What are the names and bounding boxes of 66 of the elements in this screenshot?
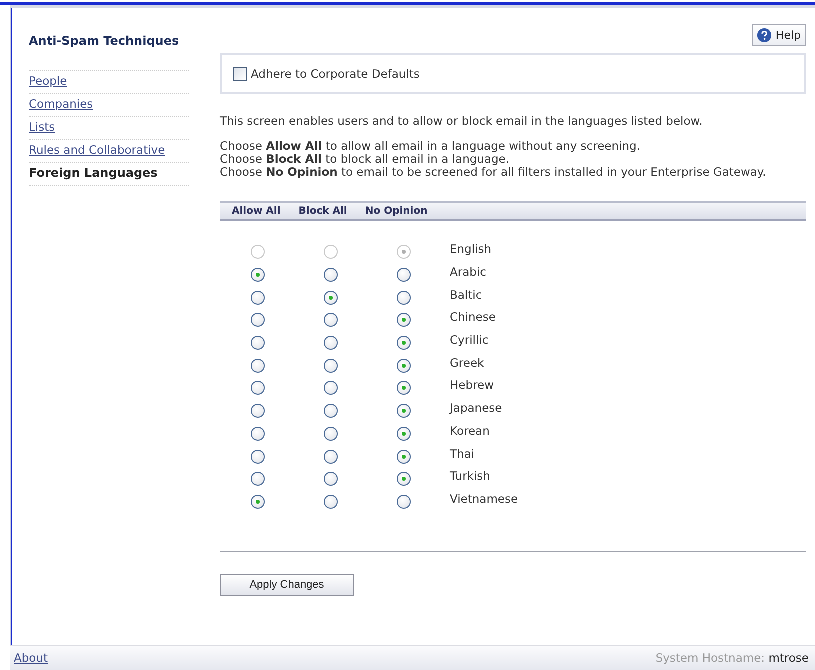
instruction-text: Choose Block All to block all email in a language. xyxy=(220,153,511,166)
sidebar-item[interactable]: Companies xyxy=(29,94,189,117)
radio-button[interactable] xyxy=(396,472,410,486)
instruction-text: Choose Allow All to allow all email in a language without any screening. xyxy=(220,140,642,153)
sidebar-item[interactable]: Lists xyxy=(29,117,189,140)
language-label: Thai xyxy=(450,446,475,461)
radio-button[interactable] xyxy=(396,404,410,418)
intro-text: This screen enables users and to allow or block email in the languages listed below. xyxy=(220,114,704,128)
instruction-text: Choose No Opinion to email to be screened for all filters installed in your Enterprise Gateway. xyxy=(220,166,768,179)
radio-button[interactable] xyxy=(324,404,338,418)
radio-button[interactable] xyxy=(250,472,264,486)
help-icon xyxy=(756,28,772,42)
radio-button[interactable] xyxy=(324,336,338,350)
radio-button[interactable] xyxy=(250,290,264,305)
help-button[interactable]: Help xyxy=(752,24,806,46)
radio-button[interactable] xyxy=(396,268,410,282)
radio-button[interactable] xyxy=(396,290,410,305)
language-label: Cyrillic xyxy=(450,333,489,348)
radio-button[interactable] xyxy=(250,358,264,373)
radio-button[interactable] xyxy=(250,268,264,282)
radio-button[interactable] xyxy=(250,450,264,464)
radio-button[interactable] xyxy=(324,472,338,486)
radio-button[interactable] xyxy=(324,426,338,441)
radio-button[interactable] xyxy=(250,426,264,441)
radio-button[interactable] xyxy=(324,290,338,305)
language-label: Japanese xyxy=(450,401,502,416)
radio-button[interactable] xyxy=(250,381,264,396)
radio-button[interactable] xyxy=(396,381,410,396)
radio-button[interactable] xyxy=(324,268,338,282)
radio-button[interactable] xyxy=(250,336,264,350)
language-label: Arabic xyxy=(450,265,486,280)
column-header: No Opinion xyxy=(365,206,428,216)
radio-button[interactable] xyxy=(396,494,410,509)
checkbox-label[interactable]: Adhere to Corporate Defaults xyxy=(251,66,420,80)
column-header: Block All xyxy=(298,206,348,216)
radio-button[interactable] xyxy=(250,313,264,328)
radio-button[interactable] xyxy=(396,336,410,350)
language-label: Turkish xyxy=(450,469,490,484)
radio-button[interactable] xyxy=(324,381,338,396)
sidebar-item[interactable]: People xyxy=(29,71,189,94)
language-label: Vietnamese xyxy=(450,492,518,506)
radio-button[interactable] xyxy=(250,494,264,509)
language-label: Greek xyxy=(450,356,484,370)
sidebar-item[interactable]: Rules and Collaborative xyxy=(29,140,189,163)
sidebar-item[interactable]: Foreign Languages xyxy=(29,163,189,186)
column-header: Allow All xyxy=(232,206,281,216)
radio-button[interactable] xyxy=(324,313,338,328)
language-label: Baltic xyxy=(450,288,482,302)
radio-button[interactable] xyxy=(324,450,338,464)
hostname-value: mtrose xyxy=(768,651,809,665)
hostname-label: System Hostname: xyxy=(656,651,766,665)
about-link[interactable]: About xyxy=(14,651,48,665)
radio-button[interactable] xyxy=(396,358,410,373)
language-label: Chinese xyxy=(450,310,496,324)
radio-button[interactable] xyxy=(324,494,338,509)
language-label: Korean xyxy=(450,424,490,438)
language-label: Hebrew xyxy=(450,378,494,392)
radio-button[interactable] xyxy=(396,450,410,464)
radio-button[interactable] xyxy=(250,404,264,418)
language-label: English xyxy=(450,242,492,256)
radio-button[interactable] xyxy=(396,426,410,441)
radio-button[interactable] xyxy=(324,358,338,373)
apply-changes-button[interactable]: Apply Changes xyxy=(220,574,354,596)
radio-button[interactable] xyxy=(396,313,410,328)
checkbox[interactable] xyxy=(233,66,247,80)
sidebar-title: Anti-Spam Techniques xyxy=(29,34,180,48)
